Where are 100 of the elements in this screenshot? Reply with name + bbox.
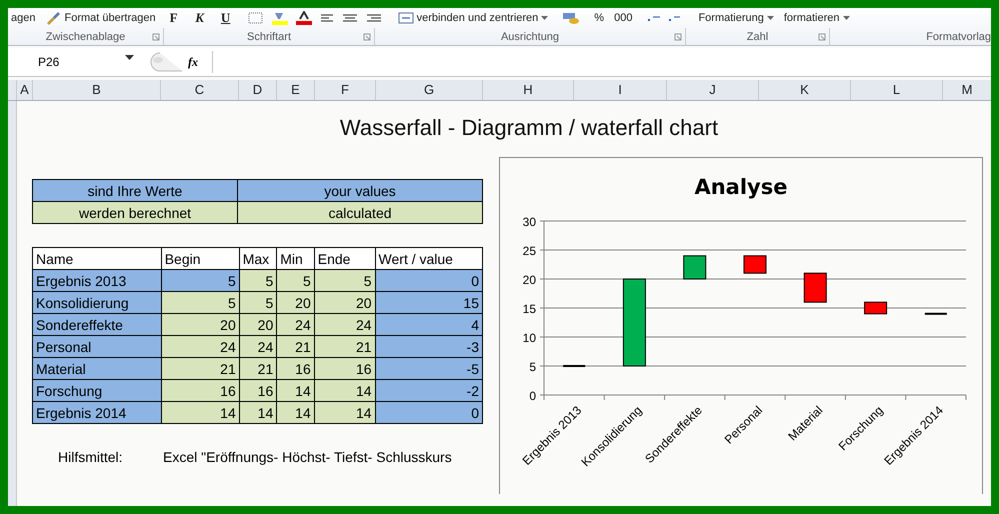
ribbon-group-label: Zahl [746,30,768,42]
column-heading: Min [276,248,314,270]
table-cell: 21 [161,358,240,380]
column-header[interactable]: D [238,80,276,100]
font-style-button[interactable]: U [214,10,237,26]
ribbon-group-label: Zwischenablage [46,30,126,42]
caret-icon [842,16,850,20]
column-header[interactable]: I [573,80,666,100]
table-cell: 14 [239,402,277,424]
column-header[interactable]: G [375,80,482,100]
table-cell: 24 [276,314,314,336]
table-cell: -5 [375,358,482,380]
ribbon-group-label: Schriftart [246,30,291,42]
column-header[interactable]: J [666,80,758,100]
y-tick-label: 30 [522,215,536,229]
font-style-button[interactable]: K [188,10,211,26]
table-cell: Material [32,358,162,380]
column-header[interactable]: B [32,80,160,100]
column-header[interactable]: K [758,80,850,100]
table-cell: 16 [314,358,376,380]
dialog-launcher-icon[interactable] [674,33,682,41]
merge-button[interactable]: verbinden und zentrieren [394,12,552,24]
function-button[interactable]: fx [188,54,208,70]
table-cell: 24 [161,336,240,358]
column-heading: Wert / value [375,248,482,270]
font-color-icon[interactable] [294,11,313,25]
table-cell: Ergebnis 2013 [32,270,162,292]
table-cell: 21 [276,336,314,358]
column-heading: Max [239,248,277,270]
table-cell: Sondereffekte [32,314,162,336]
ribbon-label[interactable]: 000 [611,12,636,24]
caret-icon [125,55,134,60]
coins-icon[interactable] [561,11,582,25]
column-header[interactable]: E [276,80,314,100]
style-dropdown[interactable]: formatieren [780,12,852,24]
note-label: Hilfsmittel: [58,449,124,465]
table-cell: 0 [375,402,482,424]
column-heading: Ende [314,248,376,270]
table-cell: 5 [314,270,376,292]
table-cell: 0 [375,270,482,292]
table-cell: -2 [375,380,482,402]
y-tick-label: 15 [522,302,536,316]
table-cell: 20 [276,292,314,314]
y-tick-label: 0 [529,389,536,403]
border-icon[interactable] [246,11,265,25]
paintbrush-icon [45,11,62,25]
table-cell: 21 [314,336,376,358]
font-style-button[interactable]: F [162,10,185,26]
table-cell: 5 [239,292,277,314]
ribbon-label[interactable]: % [591,12,608,24]
name-box[interactable]: P26 [8,55,136,69]
ribbon-label[interactable]: agen [8,12,38,24]
table-cell: 5 [161,270,240,292]
legend-cell: werden berechnet [32,202,238,224]
column-header[interactable]: M [942,80,991,100]
column-heading: Begin [161,248,240,270]
table-cell: 24 [239,336,277,358]
table-cell: Forschung [32,380,162,402]
table-cell: 14 [314,380,376,402]
table-cell: 5 [239,270,277,292]
note-text: Excel "Eröffnungs- Höchst- Tiefst- Schlusskurs [163,449,452,465]
sheet-title: Wasserfall - Diagramm / waterfall chart [338,114,720,142]
merge-cells-icon [398,12,414,24]
format-painter-button[interactable]: Format übertragen [42,11,159,25]
column-header[interactable]: A [16,80,32,100]
y-tick-label: 25 [522,244,536,258]
table-cell: 20 [239,314,277,336]
table-cell: 21 [239,358,277,380]
table-cell: 20 [314,292,376,314]
ribbon-group-label: Formatvorlag [926,30,991,42]
column-header[interactable]: F [314,80,375,100]
table-cell: 16 [161,380,240,402]
column-header[interactable]: H [482,80,573,100]
table-cell: 14 [276,402,314,424]
y-tick-label: 20 [522,273,536,287]
table-cell: 5 [276,270,314,292]
table-cell: 24 [314,314,376,336]
column-heading: Name [32,248,162,270]
dialog-launcher-icon[interactable] [363,33,371,41]
table-cell: 14 [276,380,314,402]
y-tick-label: 10 [522,331,536,345]
dialog-launcher-icon[interactable] [818,33,826,41]
table-cell: -3 [375,336,482,358]
table-cell: 16 [239,380,277,402]
table-cell: Ergebnis 2014 [32,402,162,424]
column-header[interactable]: C [160,80,238,100]
table-cell: 5 [161,292,240,314]
table-cell: 14 [161,402,240,424]
legend-cell: sind Ihre Werte [32,180,238,202]
dialog-launcher-icon[interactable] [152,33,160,41]
column-header[interactable]: L [850,80,942,100]
highlight-icon[interactable] [270,11,289,25]
table-cell: 14 [314,402,376,424]
caret-icon [541,16,548,20]
table-cell: 20 [161,314,240,336]
style-dropdown[interactable]: Formatierung [695,12,777,24]
table-cell: 16 [276,358,314,380]
ribbon-group-label: Ausrichtung [500,30,560,42]
caret-icon [766,16,774,20]
legend-cell: your values [238,180,482,202]
